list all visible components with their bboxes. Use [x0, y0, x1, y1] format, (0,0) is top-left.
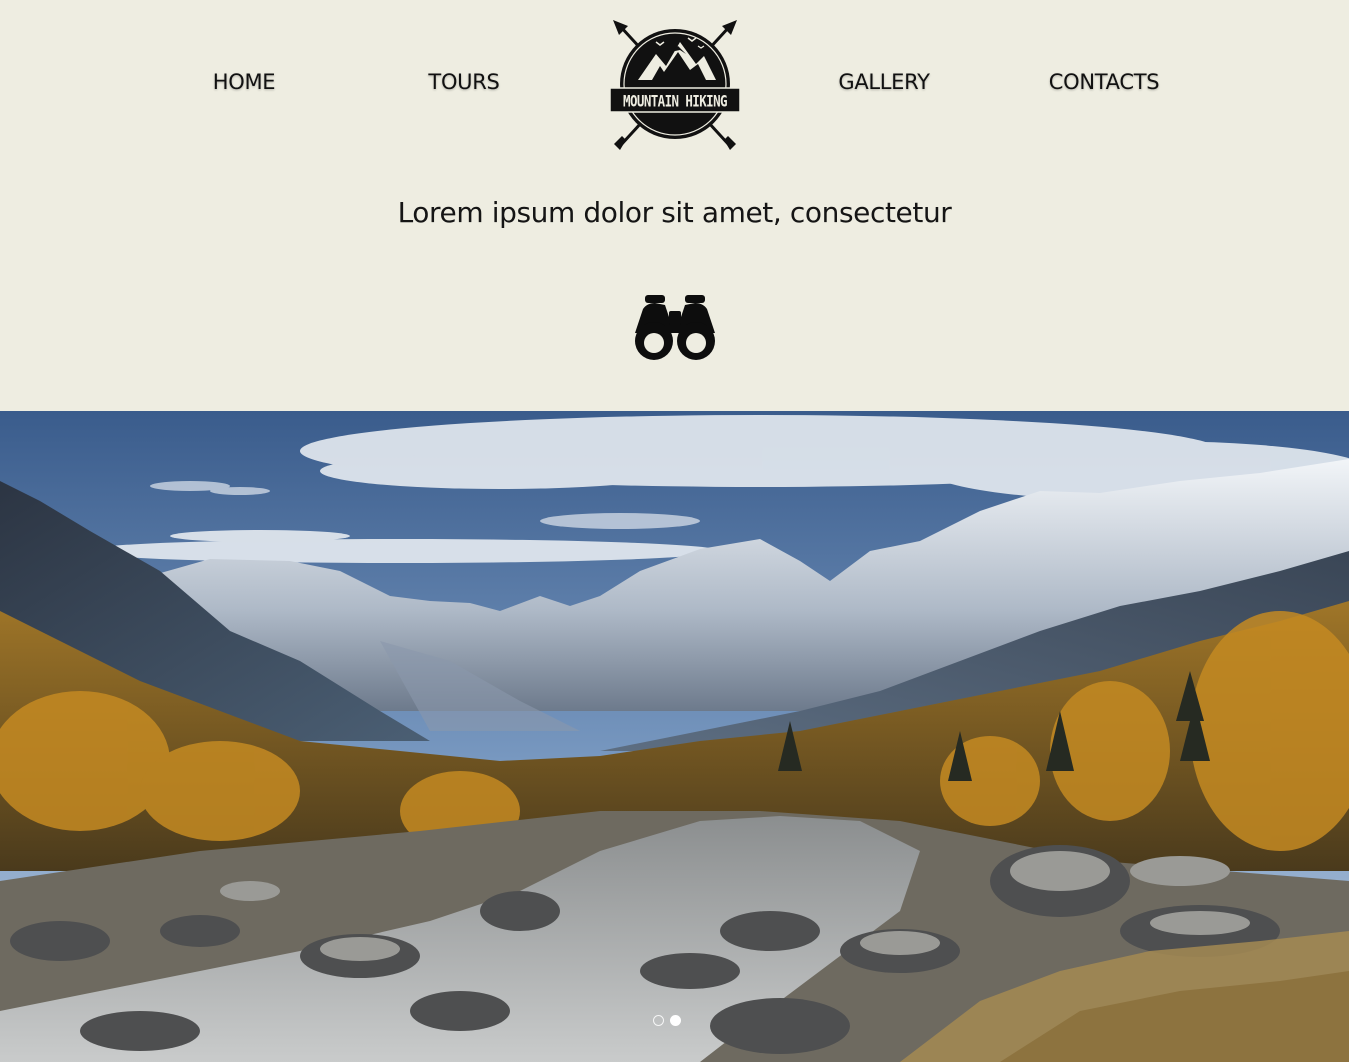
slider-pagination [651, 1014, 691, 1028]
site-header: HOME TOURS MOUNTAIN HIKING GALLERY CONTA… [0, 0, 1349, 411]
slider-dot-2[interactable] [670, 1015, 681, 1026]
nav-link-contacts[interactable]: CONTACTS [994, 70, 1214, 94]
slider-dot-1[interactable] [653, 1015, 664, 1026]
nav-link-home[interactable]: HOME [134, 70, 354, 94]
binoculars-icon [633, 293, 717, 363]
hero-slider-image [0, 411, 1349, 1062]
nav-link-tours[interactable]: TOURS [354, 70, 574, 94]
hero-tagline: Lorem ipsum dolor sit amet, consectetur [397, 196, 952, 229]
mountain-landscape-image [0, 411, 1349, 1062]
logo-badge-icon [609, 20, 741, 150]
logo-text: MOUNTAIN HIKING [623, 90, 727, 111]
nav-link-gallery[interactable]: GALLERY [774, 70, 994, 94]
mountain-hiking-logo[interactable]: MOUNTAIN HIKING [608, 18, 742, 152]
page: HOME TOURS MOUNTAIN HIKING GALLERY CONTA… [0, 0, 1349, 1062]
